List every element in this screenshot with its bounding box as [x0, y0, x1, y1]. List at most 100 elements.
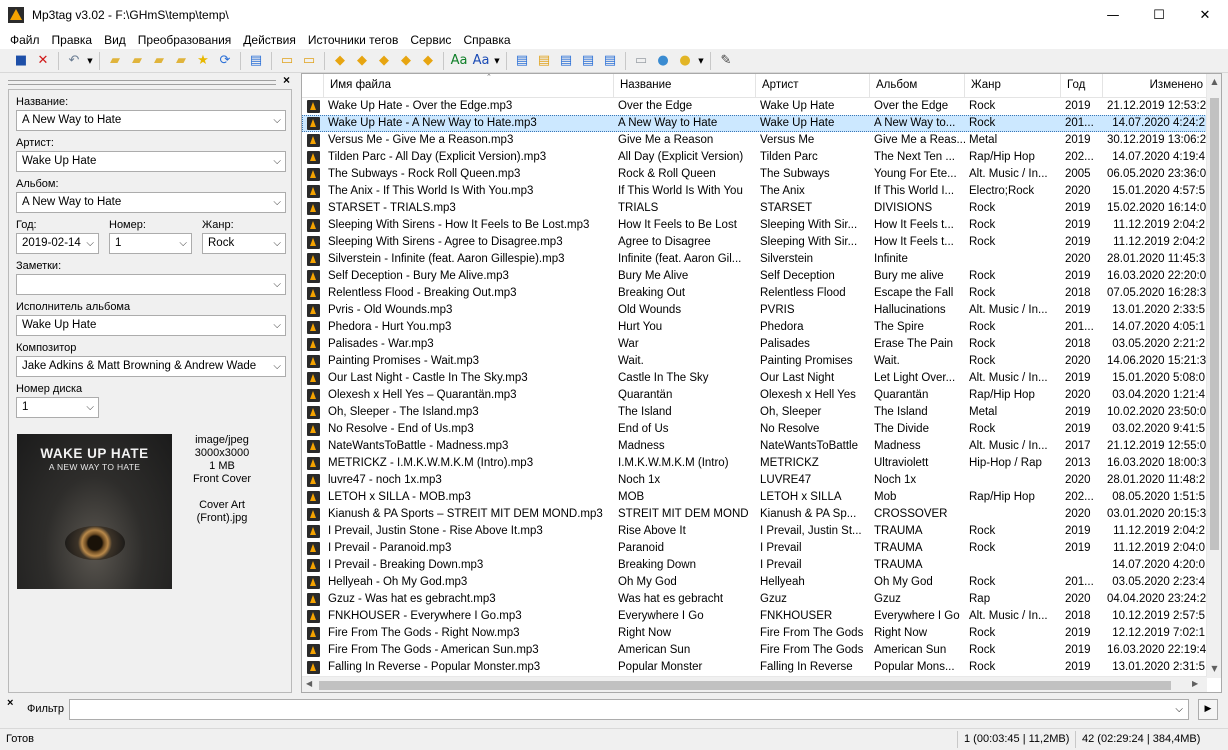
convert-icon[interactable]: Aa [448, 50, 470, 72]
playlist-icon[interactable]: ▤ [533, 50, 555, 72]
file-row[interactable]: Olexesh x Hell Yes – Quarantän.mp3 Quaran… [302, 387, 1207, 404]
file-row[interactable]: Hellyeah - Oh My God.mp3 Oh My God Hellyea… [302, 574, 1207, 591]
horizontal-scrollbar[interactable]: ◀ ▶ [302, 676, 1207, 692]
column-header-artist[interactable]: Артист [756, 74, 870, 97]
column-header-genre[interactable]: Жанр [965, 74, 1061, 97]
favorites-icon[interactable]: ★ [192, 50, 214, 72]
vertical-scrollbar[interactable]: ▲ ▼ [1206, 74, 1221, 678]
dropdown-arrow-icon[interactable]: ▼ [696, 57, 706, 65]
menu-tag-sources[interactable]: Источники тегов [302, 33, 404, 47]
file-row[interactable]: Self Deception - Bury Me Alive.mp3 Bury M… [302, 268, 1207, 285]
scroll-right-icon[interactable]: ▶ [1192, 679, 1198, 688]
file-row[interactable]: Our Last Night - Castle In The Sky.mp3 Ca… [302, 370, 1207, 387]
folder-up-icon[interactable]: ▰ [148, 50, 170, 72]
filter-input[interactable]: ⌵ [69, 699, 1189, 720]
file-row[interactable]: STARSET - TRIALS.mp3 TRIALS STARSET DIVISIO… [302, 200, 1207, 217]
cover-art-image[interactable]: WAKE UP HATE A NEW WAY TO HATE [17, 434, 172, 589]
file-row[interactable]: Sleeping With Sirens - Agree to Disagree… [302, 234, 1207, 251]
dropdown-arrow-icon[interactable]: ▼ [85, 57, 95, 65]
remove-tag-icon[interactable]: ✕ [32, 50, 54, 72]
column-header-filename[interactable]: Имя файла ⌃ [324, 74, 614, 97]
file-row[interactable]: Wake Up Hate - Over the Edge.mp3 Over the… [302, 98, 1207, 115]
file-row[interactable]: Gzuz - Was hat es gebracht.mp3 Was hat es… [302, 591, 1207, 608]
scroll-down-icon[interactable]: ▼ [1207, 664, 1222, 673]
composer-field[interactable]: Jake Adkins & Matt Browning & Andrew Wad… [16, 356, 286, 377]
column-header-title[interactable]: Название [614, 74, 756, 97]
export-icon[interactable]: ▤ [511, 50, 533, 72]
autonumber-icon[interactable]: ◆ [417, 50, 439, 72]
refresh-icon[interactable]: ⟳ [214, 50, 236, 72]
column-header-album[interactable]: Альбом [870, 74, 965, 97]
column-header-modified[interactable]: Изменено [1103, 74, 1207, 97]
chevron-down-icon[interactable]: ⌵ [1175, 704, 1183, 715]
file-row[interactable]: LETOH x SILLA - MOB.mp3 MOB LETOH x SILLA M… [302, 489, 1207, 506]
export-list-icon[interactable]: ▤ [577, 50, 599, 72]
add-folder-icon[interactable]: ▰ [126, 50, 148, 72]
file-row[interactable]: Kianush & PA Sports – STREIT MIT DEM MON… [302, 506, 1207, 523]
menu-actions[interactable]: Действия [237, 33, 302, 47]
menu-help[interactable]: Справка [457, 33, 516, 47]
file-row[interactable]: Palisades - War.mp3 War Palisades Erase The… [302, 336, 1207, 353]
file-row[interactable]: Silverstein - Infinite (feat. Aaron Gill… [302, 251, 1207, 268]
file-row[interactable]: METRICKZ - I.M.K.W.M.K.M (Intro).mp3 I.M… [302, 455, 1207, 472]
filename-tag-icon[interactable]: ◆ [351, 50, 373, 72]
file-row[interactable]: Wake Up Hate - A New Way to Hate.mp3 A Ne… [302, 115, 1207, 132]
globe-icon[interactable]: ● [674, 50, 696, 72]
print-icon[interactable]: ▭ [630, 50, 652, 72]
case-icon[interactable]: Aa [470, 50, 492, 72]
list-icon[interactable]: ▤ [245, 50, 267, 72]
menu-tools[interactable]: Сервис [404, 33, 457, 47]
minimize-button[interactable]: — [1090, 0, 1136, 30]
open-folder-icon[interactable]: ▰ [104, 50, 126, 72]
file-row[interactable]: No Resolve - End of Us.mp3 End of Us No Re… [302, 421, 1207, 438]
artist-field[interactable]: Wake Up Hate ⌵ [16, 151, 286, 172]
scroll-left-icon[interactable]: ◀ [306, 679, 312, 688]
tag-tag-icon[interactable]: ◆ [395, 50, 417, 72]
folder-playlist-icon[interactable]: ▰ [170, 50, 192, 72]
dropdown-arrow-icon[interactable]: ▼ [492, 57, 502, 65]
text-tag-icon[interactable]: ◆ [373, 50, 395, 72]
web-source-icon[interactable]: ● [652, 50, 674, 72]
vertical-scroll-thumb[interactable] [1210, 98, 1219, 550]
undo-icon[interactable]: ↶ [63, 50, 85, 72]
file-row[interactable]: Relentless Flood - Breaking Out.mp3 Break… [302, 285, 1207, 302]
save-icon[interactable]: ■ [10, 50, 32, 72]
menu-convert[interactable]: Преобразования [132, 33, 238, 47]
tag-filename-icon[interactable]: ◆ [329, 50, 351, 72]
file-row[interactable]: NateWantsToBattle - Madness.mp3 Madness Na… [302, 438, 1207, 455]
horizontal-scroll-thumb[interactable] [319, 681, 1171, 690]
menu-file[interactable]: Файл [4, 33, 46, 47]
filter-go-button[interactable]: ▶ [1198, 699, 1218, 720]
filter-close-icon[interactable]: × [7, 697, 13, 709]
file-row[interactable]: I Prevail - Paranoid.mp3 Paranoid I Prevai… [302, 540, 1207, 557]
maximize-button[interactable]: ☐ [1136, 0, 1182, 30]
close-button[interactable]: ✕ [1182, 0, 1228, 30]
file-row[interactable]: Fire From The Gods - American Sun.mp3 Ame… [302, 642, 1207, 659]
album-artist-field[interactable]: Wake Up Hate ⌵ [16, 315, 286, 336]
import-icon[interactable]: ▤ [555, 50, 577, 72]
disc-field[interactable]: 1 ⌵ [16, 397, 99, 418]
title-field[interactable]: A New Way to Hate ⌵ [16, 110, 286, 131]
number-icon[interactable]: ▤ [599, 50, 621, 72]
file-row[interactable]: Phedora - Hurt You.mp3 Hurt You Phedora The… [302, 319, 1207, 336]
copy-tag-icon[interactable]: ▭ [276, 50, 298, 72]
album-field[interactable]: A New Way to Hate ⌵ [16, 192, 286, 213]
file-row[interactable]: Tilden Parc - All Day (Explicit Version)… [302, 149, 1207, 166]
file-row[interactable]: Versus Me - Give Me a Reason.mp3 Give Me … [302, 132, 1207, 149]
file-row[interactable]: The Anix - If This World Is With You.mp3… [302, 183, 1207, 200]
file-row[interactable]: The Subways - Rock Roll Queen.mp3 Rock & … [302, 166, 1207, 183]
panel-grip[interactable] [8, 80, 276, 85]
paste-tag-icon[interactable]: ▭ [298, 50, 320, 72]
file-row[interactable]: luvre47 - noch 1x.mp3 Noch 1x LUVRE47 Noch … [302, 472, 1207, 489]
menu-edit[interactable]: Правка [46, 33, 99, 47]
file-row[interactable]: FNKHOUSER - Everywhere I Go.mp3 Everywher… [302, 608, 1207, 625]
file-row[interactable]: Pvris - Old Wounds.mp3 Old Wounds PVRIS Hal… [302, 302, 1207, 319]
file-row[interactable]: Fire From The Gods - Right Now.mp3 Right … [302, 625, 1207, 642]
column-header-year[interactable]: Год [1061, 74, 1103, 97]
comment-field[interactable]: ⌵ [16, 274, 286, 295]
menu-view[interactable]: Вид [98, 33, 132, 47]
file-row[interactable]: Sleeping With Sirens - How It Feels to B… [302, 217, 1207, 234]
file-row[interactable]: Painting Promises - Wait.mp3 Wait. Paintin… [302, 353, 1207, 370]
settings-icon[interactable]: ✎ [715, 50, 737, 72]
track-field[interactable]: 1 ⌵ [109, 233, 192, 254]
